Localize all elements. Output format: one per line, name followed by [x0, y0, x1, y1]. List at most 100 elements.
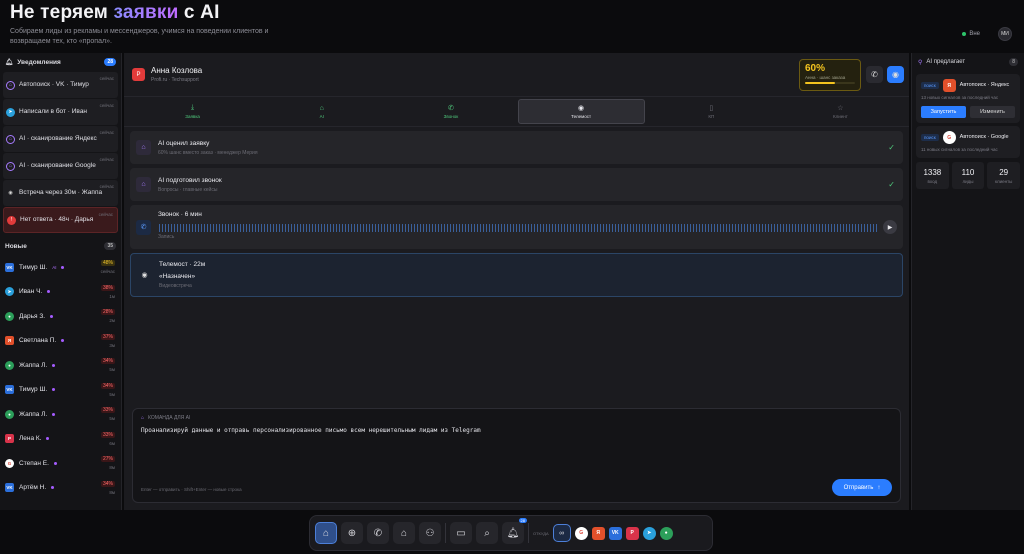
document-icon: ▯ [709, 105, 714, 112]
telegram-icon: ➤ [6, 107, 15, 117]
suggestion-card[interactable]: поиск G Автопоиск · Google 11 новых сигнал… [916, 126, 1020, 158]
check-icon: ✓ [888, 143, 895, 152]
google-icon: G [5, 458, 14, 468]
sources-label: ОТКУДА [533, 530, 549, 536]
timeline-card[interactable]: ⌂ AI подготовил звонок Вопросы · главные … [130, 168, 903, 201]
timeline-card[interactable]: ⌂ AI оценил заявку 60% шанс вместо заказ … [130, 131, 903, 164]
home-button[interactable]: ⌂ [315, 522, 337, 544]
left-sidebar: 🔔︎ Уведомления 28 ⌂ Автопоиск · VK · Тиму… [0, 53, 122, 510]
command-input[interactable]: Проанализируй данные и отправь персонали… [141, 427, 892, 434]
contact-name: Анна Козлова [151, 66, 203, 75]
home-icon: ⌂ [6, 161, 15, 171]
lead-row[interactable]: ● Жаппа Л. 33% 5м [0, 402, 121, 427]
google-icon[interactable]: G [574, 526, 588, 540]
yandex-icon[interactable]: Я [591, 526, 605, 540]
bell-icon: 🔔︎ [5, 59, 14, 66]
arrow-up-icon: ↑ [877, 484, 881, 491]
play-button[interactable]: ▶ [883, 220, 897, 234]
lead-row[interactable]: Я Светлана П. 37% 3м [0, 329, 121, 354]
tab-telemost[interactable]: ◉ Телемост [517, 99, 645, 124]
bell-button[interactable]: 🔔︎ 28 [502, 518, 527, 544]
globe-button[interactable]: ⊕ [341, 522, 363, 544]
lead-row[interactable]: ● Жаппа Л. 34% 5м [0, 353, 121, 378]
notification-item-alert[interactable]: ! Нет ответа · 48ч · Дарья сейчас [3, 207, 118, 233]
edit-button[interactable]: Изменить [970, 106, 1015, 118]
lead-row[interactable]: P Лена К. 33% 6м [0, 427, 121, 452]
phone-icon: ✆ [871, 70, 878, 79]
run-button[interactable]: Запустить [921, 106, 966, 118]
notification-item[interactable]: ➤ Написали в бот · Иван сейчас [3, 99, 118, 125]
home-icon: ⌂ [136, 140, 151, 155]
ai-suggestions-panel: ⚲ AI предлагает 8 поиск Я Автопоиск · Янде… [911, 53, 1024, 510]
tab-client[interactable]: ☆ Клиент [778, 99, 903, 124]
notifications-count: 28 [104, 58, 116, 66]
yandex-icon: Я [942, 79, 956, 92]
camera-icon: ◉ [141, 272, 148, 279]
hero-header: Не теряем заявки с AI Собираем лиды из р… [0, 0, 1024, 52]
tab-call[interactable]: ✆ Звонок [388, 99, 513, 124]
camera-icon: ◉ [578, 105, 585, 112]
home-icon: ⌂ [322, 527, 330, 539]
profi-icon: P [5, 434, 14, 444]
all-sources-button[interactable]: ∞ [552, 524, 571, 542]
alert-icon: ! [7, 215, 16, 225]
search-button[interactable]: ⌕ [476, 522, 498, 544]
telegram-icon: ➤ [5, 287, 14, 297]
bell-icon: 🔔︎ [506, 527, 520, 539]
audio-waveform[interactable] [159, 224, 879, 232]
download-icon: ⤓ [191, 104, 195, 111]
page-subtitle: Собираем лиды из рекламы и мессенджеров,… [10, 28, 269, 45]
profi-icon[interactable]: P [625, 526, 639, 540]
vk-icon: VK [5, 483, 14, 493]
ai-panel-header: ⚲ AI предлагает 8 [912, 53, 1024, 71]
ai-button[interactable]: ⌂ [393, 522, 415, 544]
max-icon: ● [5, 409, 14, 419]
notification-item[interactable]: ⌂ Автопоиск · VK · Тимур сейчас [3, 72, 118, 98]
notification-item[interactable]: ⌂ AI · сканирование Яндекс сейчас [3, 126, 118, 152]
phone-icon: ✆ [373, 527, 383, 539]
phone-button[interactable]: ✆ [367, 522, 389, 544]
stat-leads: 110 лиды [951, 162, 985, 189]
phone-icon: ✆ [136, 219, 151, 235]
check-icon: ✓ [888, 180, 895, 189]
tab-ai[interactable]: ⌂ AI [259, 99, 384, 124]
phone-icon: ✆ [447, 105, 454, 112]
notifications-header: 🔔︎ Уведомления 28 [0, 53, 121, 71]
ai-command-composer[interactable]: ⌂ КОМАНДА ДЛЯ AI Проанализируй данные и о… [132, 408, 901, 503]
lead-row[interactable]: G Степан Е. 27% 8м [0, 451, 121, 476]
call-recording-card[interactable]: ✆ Звонок · 6 мин Запись ▶ [130, 205, 903, 249]
tab-kp[interactable]: ▯ КП [649, 99, 774, 124]
call-button[interactable]: ✆ [866, 66, 883, 83]
lead-row[interactable]: VK Артём Н. 34% 8м [0, 476, 121, 501]
telegram-icon[interactable]: ➤ [642, 526, 656, 540]
telemost-card[interactable]: ◉ Телемост · 22м «Назначен» Видеовстреча [130, 253, 903, 297]
bulb-icon: ⚲ [918, 59, 923, 66]
notification-item[interactable]: ◉ Встреча через 30м · Жаппа сейчас [3, 180, 118, 206]
camera-icon: ◉ [8, 190, 13, 196]
max-icon: ● [5, 311, 14, 321]
google-icon: G [942, 131, 956, 144]
home-icon: ⌂ [400, 527, 408, 539]
send-button[interactable]: Отправить ↑ [832, 479, 892, 496]
chat-icon: ▭ [456, 527, 466, 539]
chat-button[interactable]: ▭ [450, 522, 472, 544]
star-icon: ☆ [837, 105, 844, 112]
tab-request[interactable]: ⤓ Заявка [130, 99, 255, 124]
page-title: Не теряем заявки с AI [10, 2, 220, 23]
home-icon: ⌂ [6, 134, 15, 144]
infinity-icon: ∞ [559, 529, 565, 537]
max-icon[interactable]: ● [659, 526, 673, 540]
video-button[interactable]: ◉ [887, 66, 904, 83]
lead-row[interactable]: VK Тимур Ш. 34% 5м [0, 378, 121, 403]
notification-item[interactable]: ⌂ AI · сканирование Google сейчас [3, 153, 118, 179]
suggestion-card: поиск Я Автопоиск · Яндекс 13 новых сигнал… [916, 74, 1020, 123]
user-avatar[interactable]: МИ [998, 27, 1012, 41]
lead-row[interactable]: VK Тимур Ш. AI 48% сейчас [0, 255, 121, 280]
max-icon: ● [5, 360, 14, 370]
vk-icon[interactable]: VK [608, 526, 622, 540]
lead-row[interactable]: ➤ Иван Ч. 38% 1м [0, 280, 121, 305]
users-button[interactable]: ⚇ [419, 522, 441, 544]
vk-icon: VK [5, 262, 14, 272]
camera-icon: ◉ [892, 70, 899, 79]
lead-row[interactable]: ● Дарья З. 28% 2м [0, 304, 121, 329]
